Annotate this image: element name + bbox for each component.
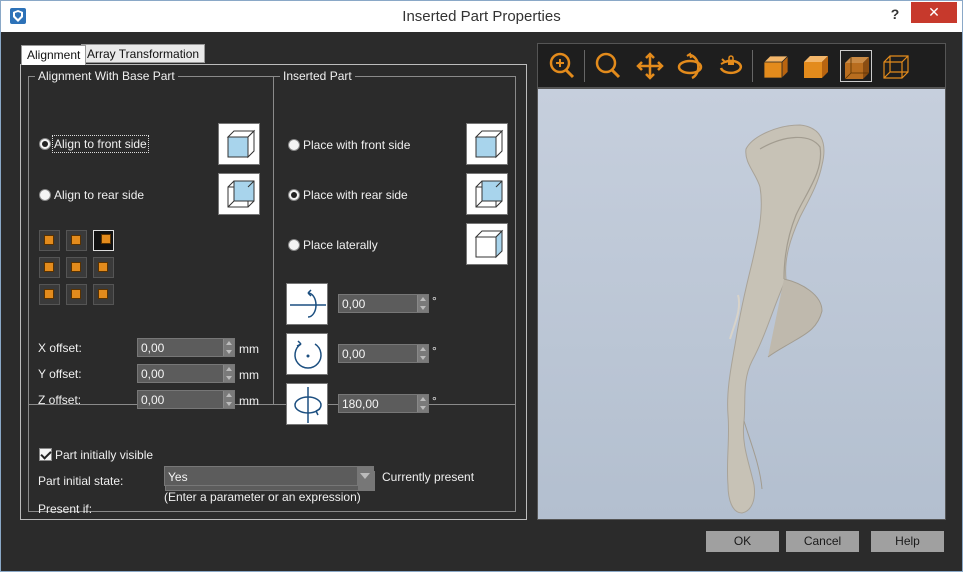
place-lateral-cube-icon[interactable]: [466, 223, 508, 265]
place-front-cube-icon[interactable]: [466, 123, 508, 165]
rotate-z-spinner[interactable]: 0,00: [338, 344, 429, 363]
spin-arrows[interactable]: [417, 395, 428, 412]
present-if-value: Yes: [168, 470, 188, 484]
solid-cube-icon[interactable]: [800, 50, 832, 82]
rotate-x-unit: °: [432, 294, 437, 308]
alignment-tab-panel: Alignment With Base Part Inserted Part A…: [20, 64, 527, 520]
z-offset-label: Z offset:: [38, 393, 82, 407]
y-offset-spinner[interactable]: 0,00: [137, 364, 235, 383]
initial-state-label: Part initial state:: [38, 474, 124, 488]
x-offset-spinner[interactable]: 0,00: [137, 338, 235, 357]
part-model-render: [726, 124, 825, 514]
viewer-toolbar: [537, 43, 946, 88]
wireframe-cube-icon[interactable]: [880, 50, 912, 82]
align-top-right-button[interactable]: [93, 230, 114, 251]
z-offset-value: 0,00: [141, 393, 165, 407]
toolbar-separator: [752, 50, 753, 82]
front-cube-icon[interactable]: [218, 123, 260, 165]
place-rear-label[interactable]: Place with rear side: [303, 188, 408, 202]
x-offset-value: 0,00: [141, 341, 165, 355]
place-lateral-label[interactable]: Place laterally: [303, 238, 378, 252]
3d-viewport[interactable]: [537, 88, 946, 520]
window-title: Inserted Part Properties: [402, 8, 561, 25]
rotate-x-icon: [286, 283, 328, 325]
help-button[interactable]: Help: [871, 531, 944, 552]
align-bottom-right-button[interactable]: [93, 284, 114, 305]
tab-array-transformation[interactable]: Array Transformation: [81, 44, 206, 63]
z-offset-unit: mm: [239, 394, 259, 408]
close-button[interactable]: ✕: [911, 2, 957, 23]
group-label: Inserted Part: [280, 69, 355, 83]
align-middle-left-button[interactable]: [39, 257, 60, 278]
y-offset-value: 0,00: [141, 367, 165, 381]
title-bar[interactable]: Inserted Part Properties ? ✕: [1, 1, 962, 32]
rotate-x-spinner[interactable]: 0,00: [338, 294, 429, 313]
group-label: Alignment With Base Part: [35, 69, 178, 83]
place-front-label[interactable]: Place with front side: [303, 138, 410, 152]
pan-icon[interactable]: [634, 50, 666, 82]
y-offset-unit: mm: [239, 368, 259, 382]
align-rear-label[interactable]: Align to rear side: [54, 188, 144, 202]
shaded-cube-icon[interactable]: [760, 50, 792, 82]
present-if-label: Present if:: [38, 502, 93, 516]
rotate-z-value: 0,00: [342, 347, 366, 361]
align-front-radio[interactable]: [39, 138, 51, 150]
zoom-icon[interactable]: [592, 50, 624, 82]
rotate-y-unit: °: [432, 394, 437, 408]
transparent-cube-icon[interactable]: [840, 50, 872, 82]
rotate-lock-icon[interactable]: [714, 50, 746, 82]
toolbar-separator: [584, 50, 585, 82]
rotate-y-icon: [286, 383, 328, 425]
present-if-select[interactable]: Yes: [164, 466, 374, 486]
dialog-client: Alignment Array Transformation Alignment…: [9, 32, 955, 565]
align-middle-right-button[interactable]: [93, 257, 114, 278]
zoom-window-icon[interactable]: [546, 50, 578, 82]
x-offset-unit: mm: [239, 342, 259, 356]
cancel-button[interactable]: Cancel: [786, 531, 859, 552]
present-status-text: Currently present: [382, 470, 475, 484]
rotate-y-spinner[interactable]: 180,00: [338, 394, 429, 413]
tab-alignment[interactable]: Alignment: [21, 45, 87, 65]
align-front-label[interactable]: Align to front side: [52, 135, 149, 153]
spin-arrows[interactable]: [223, 365, 234, 382]
spin-arrows[interactable]: [223, 339, 234, 356]
align-middle-center-button[interactable]: [66, 257, 87, 278]
ok-button[interactable]: OK: [706, 531, 779, 552]
y-offset-label: Y offset:: [38, 367, 82, 381]
rear-cube-icon[interactable]: [218, 173, 260, 215]
rotate-y-value: 180,00: [342, 397, 379, 411]
align-top-left-button[interactable]: [39, 230, 60, 251]
orbit-icon[interactable]: [674, 50, 706, 82]
z-offset-spinner[interactable]: 0,00: [137, 390, 235, 409]
align-rear-radio[interactable]: [39, 189, 51, 201]
dialog-window: Inserted Part Properties ? ✕ Alignment A…: [0, 0, 963, 572]
spin-arrows[interactable]: [417, 295, 428, 312]
place-front-radio[interactable]: [288, 139, 300, 151]
spin-arrows[interactable]: [223, 391, 234, 408]
x-offset-label: X offset:: [38, 341, 82, 355]
spin-arrows[interactable]: [417, 345, 428, 362]
rotate-x-value: 0,00: [342, 297, 366, 311]
place-lateral-radio[interactable]: [288, 239, 300, 251]
place-rear-radio[interactable]: [288, 189, 300, 201]
place-rear-cube-icon[interactable]: [466, 173, 508, 215]
part-visible-label[interactable]: Part initially visible: [55, 448, 153, 462]
rotate-z-icon: [286, 333, 328, 375]
part-visible-checkbox[interactable]: [39, 448, 52, 461]
help-title-button[interactable]: ?: [885, 6, 905, 26]
align-top-center-button[interactable]: [66, 230, 87, 251]
align-bottom-left-button[interactable]: [39, 284, 60, 305]
chevron-down-icon[interactable]: [357, 467, 373, 485]
align-bottom-center-button[interactable]: [66, 284, 87, 305]
rotate-z-unit: °: [432, 344, 437, 358]
expression-hint: (Enter a parameter or an expression): [164, 490, 361, 504]
